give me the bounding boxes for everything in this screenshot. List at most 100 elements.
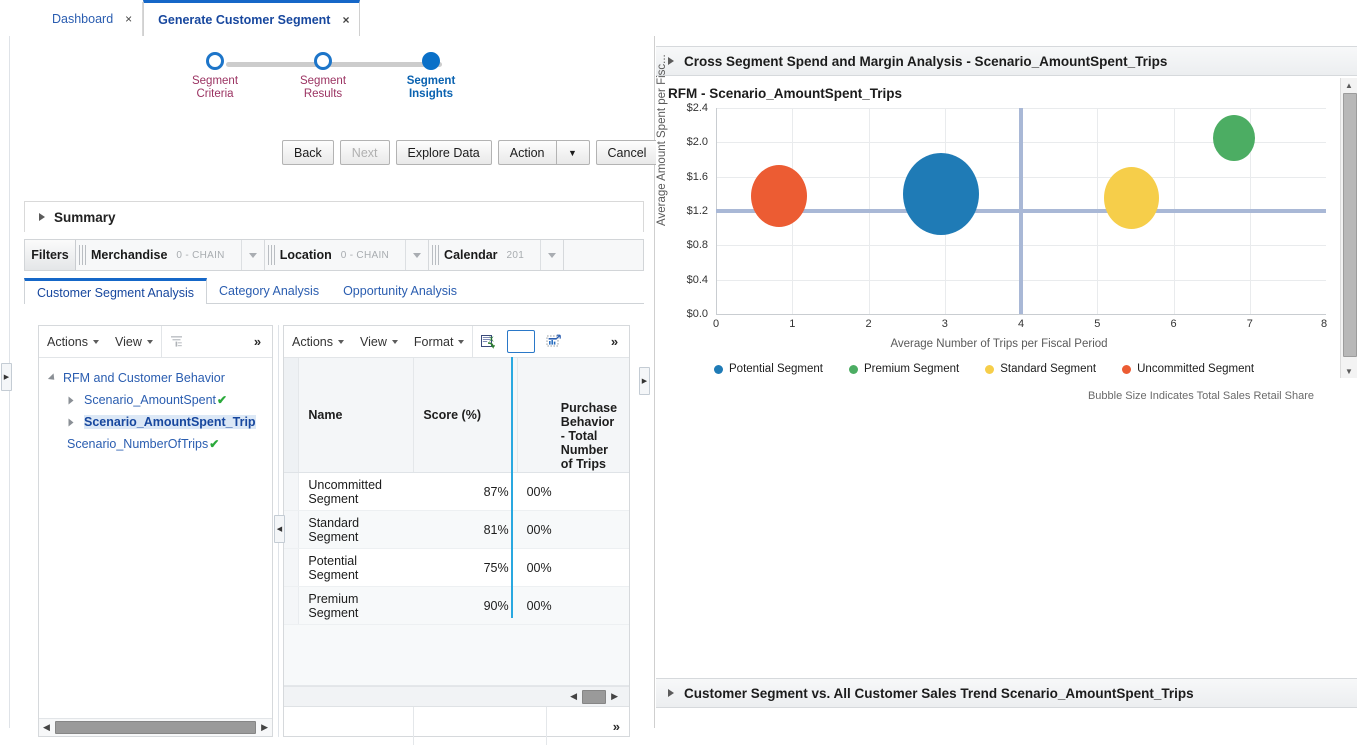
query-toggle-button[interactable] (507, 330, 536, 353)
scroll-left-icon[interactable]: ◀ (565, 691, 582, 702)
scenario-tree-panel: Actions View » RFM and Customer Behavior… (38, 325, 273, 737)
scrollbar-thumb[interactable] (582, 689, 607, 704)
close-icon[interactable]: × (125, 13, 132, 25)
tree-actions-menu[interactable]: Actions (39, 326, 107, 357)
tab-generate-customer-segment[interactable]: Generate Customer Segment × (143, 0, 361, 36)
bubble-premium-segment[interactable] (1213, 115, 1255, 161)
table-toolbar: Actions View Format X » (284, 326, 629, 358)
column-header-score[interactable]: Score (%) (414, 358, 518, 472)
wizard-step-segment-results[interactable]: Segment Results (268, 50, 378, 101)
sales-trend-section-header[interactable]: Customer Segment vs. All Customer Sales … (656, 678, 1357, 708)
legend-item-uncommitted-segment[interactable]: Uncommitted Segment (1122, 363, 1254, 375)
wizard-step-segment-insights[interactable]: Segment Insights (376, 50, 486, 101)
close-icon[interactable]: × (342, 14, 349, 26)
legend-item-premium-segment[interactable]: Premium Segment (848, 363, 959, 375)
cell-purchase-behavior (552, 549, 629, 586)
row-selector[interactable] (284, 587, 300, 624)
table-row[interactable]: Premium Segment 90% 00% (284, 587, 629, 625)
cancel-button[interactable]: Cancel (595, 140, 659, 165)
tree-overflow-menu[interactable]: » (242, 326, 272, 357)
column-header-purchase-behavior[interactable]: Purchase Behavior - Total Number of Trip… (552, 358, 629, 472)
tree-node-scenario-amountspent[interactable]: Scenario_AmountSpent ✔ (39, 389, 272, 411)
legend-item-potential-segment[interactable]: Potential Segment (714, 363, 823, 375)
filter-location-value: 0 - CHAIN (340, 249, 390, 261)
tree-node-scenario-numberoftrips[interactable]: Scenario_NumberOfTrips ✔ (39, 433, 272, 455)
drag-handle-icon[interactable] (79, 245, 86, 265)
filter-calendar[interactable]: Calendar 201 (429, 240, 565, 270)
right-pane-splitter-handle[interactable]: ▶ (639, 367, 650, 395)
tree-node-root[interactable]: RFM and Customer Behavior (39, 367, 272, 389)
table-row[interactable]: Uncommitted Segment 87% 00% (284, 473, 629, 511)
chevron-down-icon (146, 339, 153, 344)
browser-tab-strip: Dashboard × Generate Customer Segment × (0, 0, 1357, 36)
scroll-right-icon[interactable]: ▶ (606, 691, 623, 702)
tab-category-analysis[interactable]: Category Analysis (207, 278, 331, 303)
drag-handle-icon[interactable] (432, 245, 440, 265)
wizard-step-segment-criteria[interactable]: Segment Criteria (160, 50, 270, 101)
x-tick-label: 1 (789, 318, 796, 330)
analysis-tab-list: Customer Segment Analysis Category Analy… (24, 277, 644, 304)
cell-name: Potential Segment (308, 553, 359, 582)
table-row[interactable]: Potential Segment 75% 00% (284, 549, 629, 587)
cross-segment-section-header[interactable]: Cross Segment Spend and Margin Analysis … (656, 46, 1357, 76)
filter-calendar-dropdown[interactable] (540, 240, 563, 270)
export-to-excel-icon[interactable]: X (473, 326, 503, 357)
cell-purchase-behavior (552, 473, 629, 510)
row-selector[interactable] (284, 511, 300, 548)
legend-item-standard-segment[interactable]: Standard Segment (985, 363, 1096, 375)
footer-overflow-menu[interactable]: » (547, 707, 629, 745)
table-view-menu[interactable]: View (352, 326, 406, 357)
back-button[interactable]: Back (282, 140, 334, 165)
detach-tree-icon[interactable] (162, 326, 192, 357)
disclosure-triangle-icon[interactable] (39, 213, 45, 221)
scroll-down-icon[interactable]: ▼ (1341, 364, 1357, 378)
chart-vertical-scrollbar[interactable]: ▲ ▼ (1340, 78, 1357, 378)
chevron-down-icon[interactable]: ▼ (555, 140, 590, 165)
column-header-clipped[interactable] (518, 358, 552, 472)
bubble-uncommitted-segment[interactable] (751, 165, 807, 228)
left-pane-collapse-handle[interactable]: ▶ (1, 363, 12, 391)
detach-chart-icon[interactable] (539, 326, 569, 357)
step-label-line2: Insights (408, 88, 454, 100)
filters-tab[interactable]: Filters (25, 240, 76, 270)
check-icon: ✔ (209, 437, 220, 451)
bubble-potential-segment[interactable] (903, 153, 979, 236)
tree-table-splitter-handle[interactable]: ◀ (274, 515, 285, 543)
filter-location[interactable]: Location 0 - CHAIN (264, 240, 430, 270)
chevron-right-icon[interactable] (68, 418, 74, 426)
chevron-down-icon[interactable] (47, 373, 58, 383)
filter-merchandise[interactable]: Merchandise 0 - CHAIN (76, 240, 265, 270)
tab-customer-segment-analysis[interactable]: Customer Segment Analysis (24, 278, 208, 304)
scroll-up-icon[interactable]: ▲ (1341, 78, 1357, 92)
summary-section-header[interactable]: Summary (24, 201, 644, 232)
filter-location-dropdown[interactable] (405, 240, 428, 270)
table-actions-menu[interactable]: Actions (284, 326, 352, 357)
tree-view-menu[interactable]: View (107, 326, 161, 357)
row-selector[interactable] (284, 549, 300, 586)
bubble-standard-segment[interactable] (1104, 167, 1159, 230)
table-row[interactable]: Standard Segment 81% 00% (284, 511, 629, 549)
tab-opportunity-analysis[interactable]: Opportunity Analysis (331, 278, 469, 303)
filter-location-label: Location (279, 248, 332, 262)
table-format-label: Format (413, 334, 454, 349)
tree-actions-label: Actions (47, 334, 88, 349)
action-button[interactable]: Action (497, 140, 556, 165)
row-selector[interactable] (284, 473, 300, 510)
scrollbar-thumb[interactable] (1343, 93, 1357, 357)
tree-toolbar: Actions View » (39, 326, 272, 358)
disclosure-triangle-icon[interactable] (668, 57, 674, 65)
tree-horizontal-scrollbar[interactable]: ◀ ▶ (39, 718, 272, 736)
disclosure-triangle-icon[interactable] (668, 689, 674, 697)
legend-label: Standard Segment (1000, 363, 1097, 375)
drag-handle-icon[interactable] (267, 245, 275, 265)
table-overflow-menu[interactable]: » (599, 326, 629, 357)
filter-merchandise-dropdown[interactable] (240, 240, 264, 270)
table-format-menu[interactable]: Format (406, 326, 473, 357)
table-horizontal-scrollbar[interactable]: ◀ ▶ (284, 686, 629, 707)
chevron-right-icon[interactable] (68, 396, 74, 404)
tree-node-scenario-amountspent-trip[interactable]: Scenario_AmountSpent_Trip (39, 411, 272, 433)
tab-dashboard[interactable]: Dashboard × (38, 2, 144, 36)
column-header-name[interactable]: Name (299, 358, 415, 472)
explore-data-button[interactable]: Explore Data (395, 140, 492, 165)
action-split-button[interactable]: Action ▼ (497, 140, 590, 165)
